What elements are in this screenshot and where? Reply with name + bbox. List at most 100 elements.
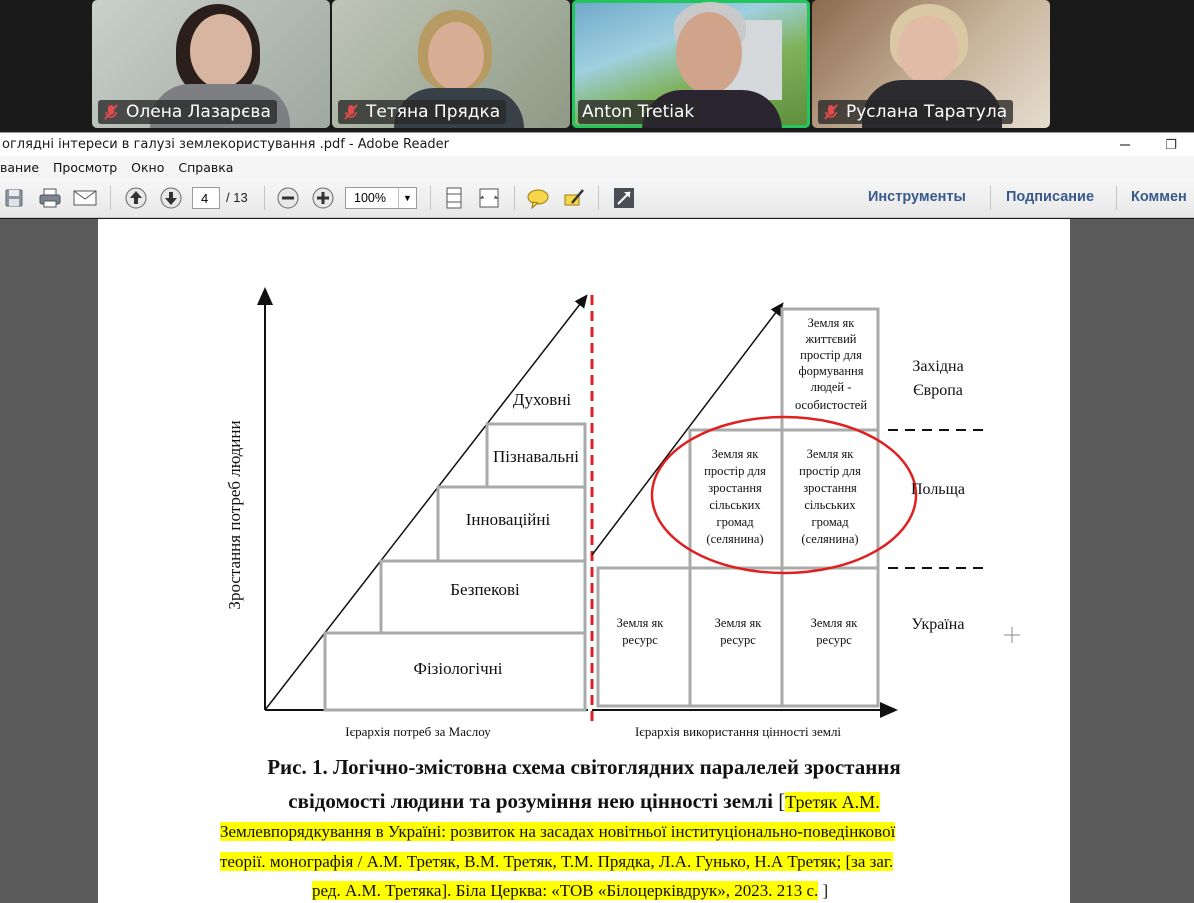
- participant-name: Тетяна Прядка: [366, 102, 501, 122]
- fit-width-icon: [479, 188, 499, 208]
- toolbar-divider: [110, 186, 111, 210]
- toolbar-divider: [430, 186, 431, 210]
- caption-line-1: Рис. 1. Логічно-змістовна схема світогля…: [267, 755, 901, 779]
- cell-text: Земля як: [808, 316, 856, 330]
- participant-name-tag: Тетяна Прядка: [338, 100, 507, 124]
- participant-tile[interactable]: Тетяна Прядка: [332, 0, 570, 128]
- cell-text: громад: [716, 515, 754, 529]
- toolbar: 4 / 13 100% ▼ Инструменты Подписание Ком…: [0, 178, 1194, 218]
- cell-text: (селянина): [706, 532, 763, 546]
- email-button[interactable]: [71, 185, 99, 211]
- crosshair-cursor-icon: [1004, 627, 1020, 643]
- maslow-level-2: Безпекові: [450, 580, 520, 599]
- minimize-icon: [1120, 144, 1130, 146]
- minimize-button[interactable]: [1102, 133, 1148, 157]
- menu-item-window[interactable]: Окно: [131, 160, 164, 175]
- participant-tile[interactable]: Олена Лазарєва: [92, 0, 330, 128]
- right-x-label: Ієрархія використання цінності землі: [635, 724, 841, 739]
- avatar: [190, 14, 252, 88]
- save-icon: [5, 189, 23, 207]
- cell-text: Земля як: [712, 447, 760, 461]
- cell-text: громад: [811, 515, 849, 529]
- restore-button[interactable]: ❐: [1148, 133, 1194, 157]
- cell-text: Земля як: [807, 447, 855, 461]
- reference-line-4: ред. А.М. Третяка]. Біла Церква: «ТОВ «Б…: [312, 881, 828, 901]
- sign-link[interactable]: Подписание: [1006, 189, 1094, 205]
- cell-text: особистостей: [795, 398, 867, 412]
- maslow-level-5: Духовні: [513, 390, 572, 409]
- cell-text: ресурс: [622, 633, 658, 647]
- mic-muted-icon: [822, 103, 840, 121]
- toolbar-divider: [1116, 186, 1117, 210]
- cell-text: простір для: [799, 464, 861, 478]
- fullscreen-button[interactable]: [610, 185, 638, 211]
- participant-name: Anton Tretiak: [582, 102, 695, 122]
- region-west-line2: Європа: [913, 382, 963, 399]
- menu-item-view[interactable]: Просмотр: [53, 160, 117, 175]
- mic-muted-icon: [342, 103, 360, 121]
- cell-text: сільських: [804, 498, 856, 512]
- menu-bar: вание Просмотр Окно Справка: [0, 156, 1194, 178]
- participant-tile-active[interactable]: Anton Tretiak: [572, 0, 810, 128]
- menu-item-help[interactable]: Справка: [178, 160, 233, 175]
- arrow-up-icon: [125, 187, 147, 209]
- zoom-select[interactable]: 100% ▼: [345, 187, 417, 209]
- fit-page-button[interactable]: [440, 185, 468, 211]
- window-titlebar: оглядні інтереси в галузі землекористува…: [0, 132, 1194, 156]
- reference-bracket-close: ]: [822, 881, 829, 900]
- participant-name-tag: Олена Лазарєва: [98, 100, 277, 124]
- fit-width-button[interactable]: [475, 185, 503, 211]
- save-button[interactable]: [0, 185, 28, 211]
- cell-text: Земля як: [715, 616, 763, 630]
- participant-name: Руслана Таратула: [846, 102, 1008, 122]
- cell-text: ресурс: [816, 633, 852, 647]
- avatar: [676, 12, 742, 94]
- zoom-in-button[interactable]: [309, 185, 337, 211]
- highlight-ellipse: [650, 415, 918, 575]
- cell-text: простір для: [704, 464, 766, 478]
- previous-page-button[interactable]: [122, 185, 150, 211]
- next-page-button[interactable]: [157, 185, 185, 211]
- page-number-input[interactable]: 4: [192, 187, 220, 209]
- page-total: / 13: [226, 190, 248, 205]
- region-ukraine: Україна: [912, 616, 965, 633]
- cell-bottom: Земля як ресурс Земля як ресурс Земля як…: [617, 616, 859, 647]
- cell-mid-left: Земля як простір для зростання сільських…: [704, 447, 766, 546]
- document-viewer[interactable]: Фізіологічні Безпекові Інноваційні Пізна…: [0, 219, 1194, 903]
- cell-text: формування: [799, 364, 864, 378]
- cell-mid-right: Земля як простір для зростання сільських…: [799, 447, 861, 546]
- cell-text: зростання: [708, 481, 762, 495]
- reference-line-3: теорії. монографія / А.М. Третяк, В.М. Т…: [220, 852, 894, 872]
- cell-text: (селянина): [801, 532, 858, 546]
- participant-name-tag: Руслана Таратула: [818, 100, 1014, 124]
- speech-bubble-icon: [527, 189, 549, 209]
- page-number-value: 4: [201, 190, 209, 206]
- avatar: [428, 22, 484, 90]
- reference-author: Третяк А.М.: [785, 792, 880, 812]
- cell-text: простір для: [800, 348, 862, 362]
- restore-icon: ❐: [1165, 137, 1177, 153]
- expand-icon: [614, 188, 634, 208]
- caption-line-2: свідомості людини та розуміння нею цінно…: [98, 789, 1070, 814]
- print-icon: [39, 188, 61, 208]
- comment-link[interactable]: Коммен: [1131, 189, 1187, 205]
- figure: Фізіологічні Безпекові Інноваційні Пізна…: [225, 287, 1020, 739]
- mail-icon: [73, 190, 97, 206]
- cell-text: Земля як: [617, 616, 665, 630]
- zoom-out-button[interactable]: [274, 185, 302, 211]
- cell-text: зростання: [803, 481, 857, 495]
- comment-button[interactable]: [524, 185, 552, 211]
- reference-text: ред. А.М. Третяка]. Біла Церква: «ТОВ «Б…: [312, 881, 819, 900]
- print-button[interactable]: [36, 185, 64, 211]
- maslow-level-3: Інноваційні: [466, 510, 551, 529]
- participant-tile[interactable]: Руслана Таратула: [812, 0, 1050, 128]
- plus-icon: [312, 187, 334, 209]
- highlight-button[interactable]: [560, 185, 588, 211]
- avatar: [898, 16, 958, 84]
- menu-item-edit[interactable]: вание: [0, 160, 39, 175]
- participant-name-tag: Anton Tretiak: [578, 100, 701, 124]
- tools-link[interactable]: Инструменты: [868, 189, 966, 205]
- toolbar-divider: [990, 186, 991, 210]
- minus-icon: [277, 187, 299, 209]
- caption-title-part: свідомості людини та розуміння нею цінно…: [288, 789, 773, 813]
